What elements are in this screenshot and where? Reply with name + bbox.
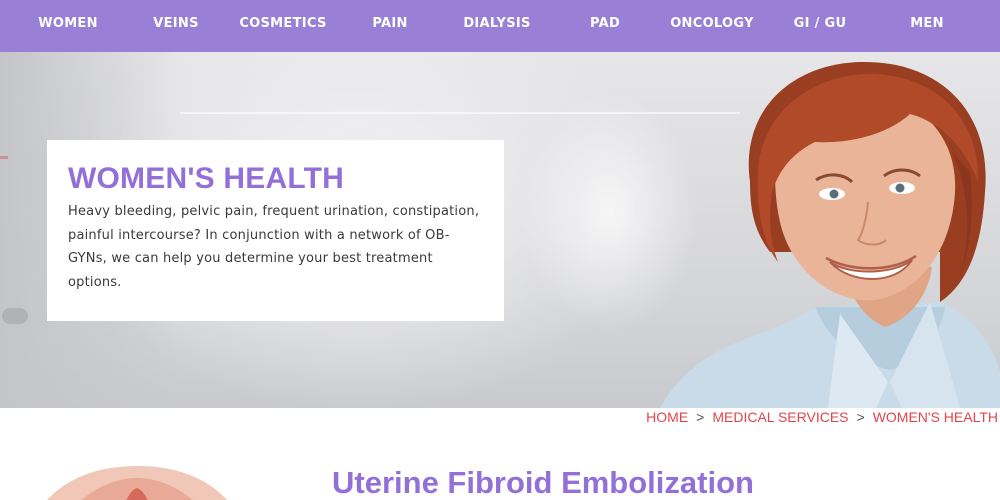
hero-background-fixture xyxy=(2,308,28,324)
breadcrumb-separator: > xyxy=(696,409,705,425)
woman-photo xyxy=(660,61,1000,408)
nav-item-women[interactable]: WOMEN xyxy=(18,0,118,52)
nav-item-pad[interactable]: PAD xyxy=(555,0,655,52)
nav-item-gi-gu[interactable]: GI / GU xyxy=(770,0,870,52)
breadcrumb-medical-services[interactable]: MEDICAL SERVICES xyxy=(712,409,848,425)
nav-item-pain[interactable]: PAIN xyxy=(340,0,440,52)
breadcrumb-separator: > xyxy=(856,409,865,425)
section-heading: Uterine Fibroid Embolization xyxy=(332,465,754,500)
nav-item-veins[interactable]: VEINS xyxy=(126,0,226,52)
nav-item-men[interactable]: MEN xyxy=(877,0,977,52)
info-card: WOMEN'S HEALTH Heavy bleeding, pelvic pa… xyxy=(47,140,504,321)
breadcrumb: HOME > MEDICAL SERVICES > WOMEN'S HEALTH xyxy=(646,409,998,427)
nav-item-cosmetics[interactable]: COSMETICS xyxy=(233,0,333,52)
uterus-illustration xyxy=(47,466,227,500)
nav-item-oncology[interactable]: ONCOLOGY xyxy=(662,0,762,52)
main-nav: WOMEN VEINS COSMETICS PAIN DIALYSIS PAD … xyxy=(0,0,1000,52)
breadcrumb-home[interactable]: HOME xyxy=(646,409,688,425)
nav-item-dialysis[interactable]: DIALYSIS xyxy=(447,0,547,52)
breadcrumb-current: WOMEN'S HEALTH xyxy=(872,409,998,425)
hero-background-mark xyxy=(0,156,8,159)
hero-title: WOMEN'S HEALTH xyxy=(68,162,345,195)
hero-description: Heavy bleeding, pelvic pain, frequent ur… xyxy=(68,204,480,290)
hero-banner: WOMEN'S HEALTH Heavy bleeding, pelvic pa… xyxy=(0,52,1000,408)
